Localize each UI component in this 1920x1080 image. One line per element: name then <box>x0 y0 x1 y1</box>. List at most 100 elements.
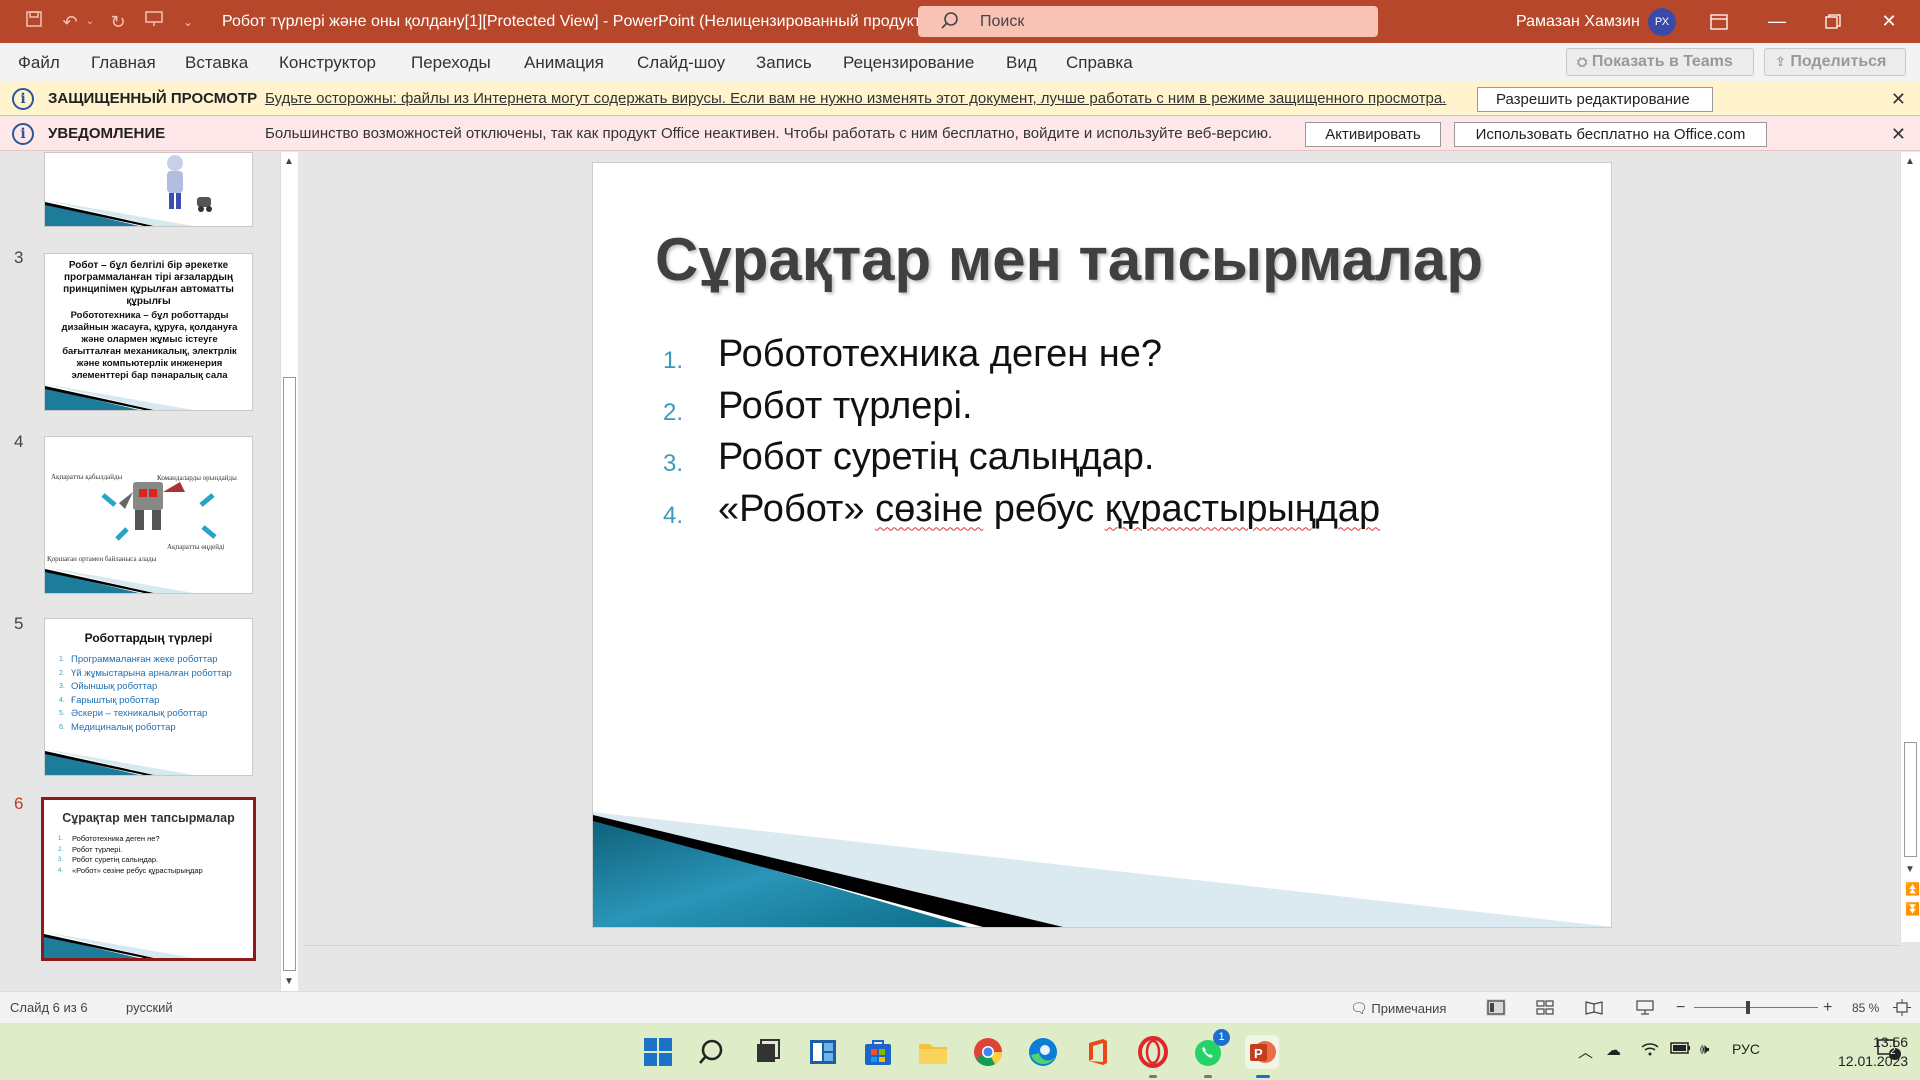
user-name[interactable]: Рамазан Хамзин <box>1516 0 1640 43</box>
close-icon[interactable]: ✕ <box>1891 82 1906 116</box>
chevron-up-icon[interactable]: ︿ <box>1578 1041 1593 1062</box>
tab-insert[interactable]: Вставка <box>185 43 248 82</box>
fit-to-window-icon[interactable] <box>1893 999 1913 1016</box>
slide-corner-decoration <box>45 567 194 593</box>
info-icon: i <box>12 88 34 110</box>
protected-view-message[interactable]: Будьте осторожны: файлы из Интернета мог… <box>265 82 1446 116</box>
file-explorer-icon[interactable] <box>916 1035 950 1069</box>
document-title: Робот түрлері және оны қолдану[1][Protec… <box>222 13 927 30</box>
language-indicator[interactable]: русский <box>126 992 173 1024</box>
info-icon: i <box>12 123 34 145</box>
keyboard-language[interactable]: РУС <box>1732 1041 1760 1057</box>
scroll-down-icon[interactable]: ▼ <box>1905 864 1915 875</box>
store-icon[interactable] <box>861 1035 895 1069</box>
zoom-out-icon[interactable]: − <box>1676 992 1685 1024</box>
slide-thumbnail-5[interactable]: Роботтардың түрлері 1. Программаланған же… <box>44 618 253 776</box>
list-item: 5. Әскери – техникалық роботтар <box>59 708 208 719</box>
slide-thumbnail-4[interactable]: Ақпаратты қабылдайды Командаларды орында… <box>44 436 253 594</box>
customize-toolbar-icon[interactable]: ⌄ <box>176 10 200 34</box>
minimize-button[interactable]: — <box>1754 0 1800 43</box>
current-slide[interactable]: Сұрақтар мен тапсырмалар 1. Робототехник… <box>592 162 1612 928</box>
tab-transitions[interactable]: Переходы <box>411 43 491 82</box>
slide-thumbnail-pane: 3 Робот – бұл белгілі бір әрекетке прогр… <box>0 152 300 991</box>
show-in-teams-button[interactable]: ⛭ Показать в Teams <box>1566 48 1754 76</box>
zoom-in-icon[interactable]: + <box>1823 992 1832 1024</box>
next-slide-icon[interactable]: ⏬ <box>1905 902 1920 916</box>
close-button[interactable]: ✕ <box>1866 0 1912 43</box>
redo-icon[interactable]: ↻ <box>106 10 130 34</box>
reading-view-icon[interactable] <box>1584 999 1604 1016</box>
spellcheck-word: сөзіне <box>875 487 984 530</box>
whatsapp-icon[interactable]: 1 <box>1191 1029 1230 1069</box>
slide-corner-decoration <box>593 812 1611 927</box>
office-icon[interactable] <box>1081 1035 1115 1069</box>
notes-area[interactable] <box>304 945 1900 990</box>
thumb-title: Робот – бұл белгілі бір әрекетке програм… <box>63 260 234 307</box>
tab-review[interactable]: Рецензирование <box>843 43 974 82</box>
volume-icon[interactable]: 🕪 <box>1700 1041 1709 1058</box>
avatar[interactable]: РХ <box>1648 8 1676 36</box>
list-item: 4. Ғарыштық роботтар <box>59 694 160 706</box>
scroll-thumb[interactable] <box>1904 742 1917 857</box>
tab-file[interactable]: Файл <box>18 43 60 82</box>
tab-help[interactable]: Справка <box>1066 43 1133 82</box>
widgets-icon[interactable] <box>806 1035 840 1069</box>
powerpoint-icon[interactable]: P <box>1245 1035 1279 1069</box>
scroll-thumb[interactable] <box>283 377 296 971</box>
maximize-button[interactable] <box>1810 0 1856 43</box>
tab-animations[interactable]: Анимация <box>524 43 604 82</box>
robot-diagram <box>101 482 217 541</box>
activate-button[interactable]: Активировать <box>1305 122 1441 147</box>
notification-count: 2 <box>1890 1046 1896 1057</box>
thumbnail-scrollbar[interactable]: ▲ ▼ <box>280 152 298 991</box>
scroll-up-icon[interactable]: ▲ <box>284 156 294 167</box>
tab-record[interactable]: Запись <box>756 43 812 82</box>
task-view-icon[interactable] <box>751 1035 785 1069</box>
slide-number-3: 3 <box>14 248 24 267</box>
list-item: 2. Робот түрлері. <box>58 844 123 854</box>
undo-dropdown-icon[interactable]: ⌄ <box>78 10 102 34</box>
battery-icon[interactable] <box>1670 1041 1692 1059</box>
zoom-slider-thumb[interactable] <box>1746 1001 1750 1014</box>
scroll-up-icon[interactable]: ▲ <box>1905 156 1915 167</box>
slide-thumbnail-6[interactable]: Сұрақтар мен тапсырмалар 1. Робототехника… <box>41 797 256 961</box>
search-icon[interactable] <box>696 1035 730 1069</box>
normal-view-icon[interactable] <box>1486 999 1506 1016</box>
close-icon[interactable]: ✕ <box>1891 117 1906 151</box>
list-item: 1. Робототехника деген не? <box>58 834 160 843</box>
scroll-down-icon[interactable]: ▼ <box>284 976 294 987</box>
thumb-list: 1. Робототехника деген не? 2. Робот түрлер… <box>58 834 243 876</box>
presentation-from-start-icon[interactable] <box>142 10 166 34</box>
wifi-icon[interactable] <box>1640 1041 1660 1061</box>
slide-title[interactable]: Сұрақтар мен тапсырмалар <box>655 225 1483 294</box>
ribbon-display-options-icon[interactable] <box>1696 0 1742 43</box>
running-indicator <box>1149 1075 1157 1078</box>
slide-thumbnail-2[interactable] <box>44 152 253 227</box>
notification-center-icon[interactable]: 2 <box>1876 1037 1902 1065</box>
slide-sorter-icon[interactable] <box>1535 999 1555 1016</box>
search-input[interactable]: Поиск <box>918 6 1378 37</box>
windows-start-icon[interactable] <box>641 1035 675 1069</box>
tab-design[interactable]: Конструктор <box>279 43 376 82</box>
teams-icon: ⛭ <box>1577 54 1588 69</box>
tab-home[interactable]: Главная <box>91 43 156 82</box>
svg-text:P: P <box>1254 1046 1263 1061</box>
previous-slide-icon[interactable]: ⏫ <box>1905 882 1920 896</box>
tab-slideshow[interactable]: Слайд-шоу <box>637 43 725 82</box>
enable-editing-button[interactable]: Разрешить редактирование <box>1477 87 1713 112</box>
use-free-office-button[interactable]: Использовать бесплатно на Office.com <box>1454 122 1767 147</box>
zoom-level[interactable]: 85 % <box>1852 992 1879 1024</box>
tab-view[interactable]: Вид <box>1006 43 1037 82</box>
slideshow-view-icon[interactable] <box>1635 999 1655 1016</box>
editor-scrollbar[interactable]: ▲ ▼ ⏫ ⏬ <box>1900 152 1920 942</box>
opera-icon[interactable] <box>1136 1035 1170 1069</box>
notes-button[interactable]: 🗨 Примечания <box>1350 992 1446 1025</box>
onedrive-icon[interactable]: ☁ <box>1606 1041 1621 1059</box>
chrome-icon[interactable] <box>971 1035 1005 1069</box>
thumb-title: Сұрақтар мен тапсырмалар <box>62 811 235 825</box>
edge-icon[interactable] <box>1026 1035 1060 1069</box>
slide-thumbnail-3[interactable]: Робот – бұл белгілі бір әрекетке програм… <box>44 253 253 411</box>
title-bar: ↶ ⌄ ↻ ⌄ Робот түрлері және оны қолдану[1… <box>0 0 1920 43</box>
save-icon[interactable] <box>22 10 46 34</box>
share-button[interactable]: ⇪ Поделиться <box>1764 48 1906 76</box>
